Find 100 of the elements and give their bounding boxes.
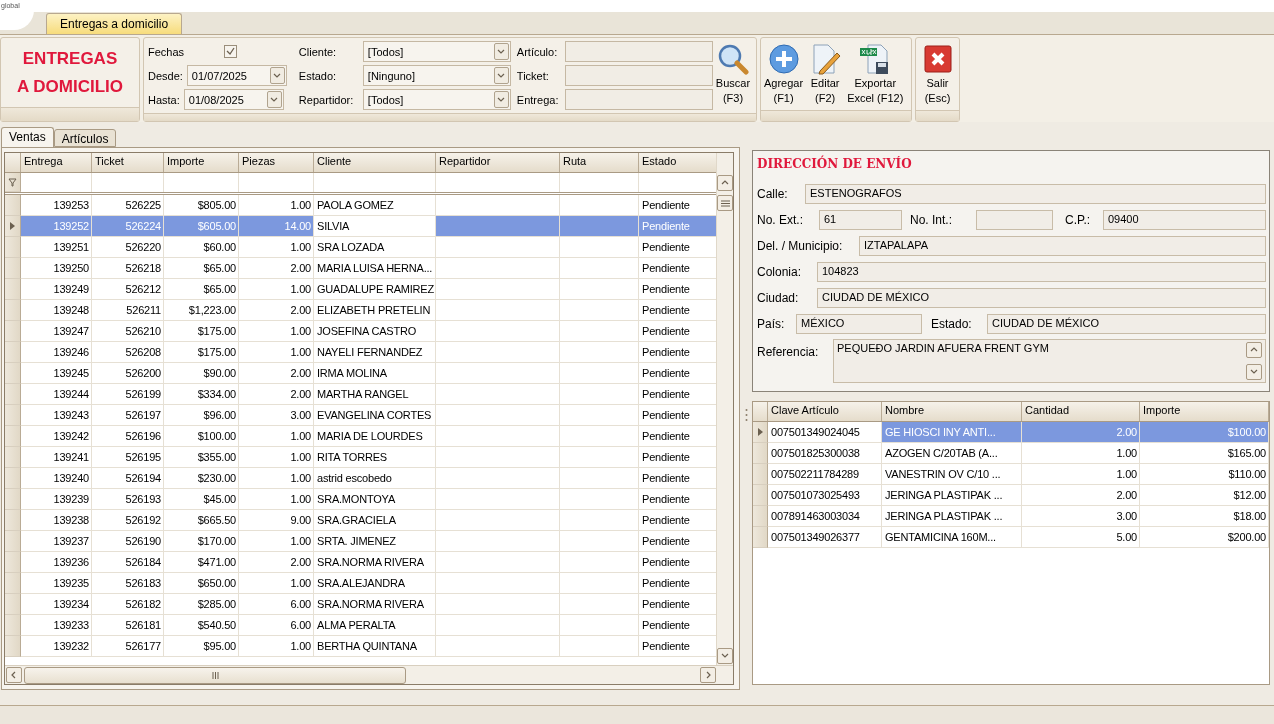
field-label: C.P.: bbox=[1065, 213, 1092, 227]
table-cell: 139241 bbox=[21, 447, 92, 468]
table-cell: 139235 bbox=[21, 573, 92, 594]
column-header[interactable]: Clave Artículo bbox=[768, 402, 882, 421]
check-icon bbox=[226, 47, 236, 56]
column-header[interactable]: Ruta bbox=[560, 153, 639, 172]
table-cell: 139253 bbox=[21, 195, 92, 216]
table-cell: $230.00 bbox=[164, 468, 239, 489]
search-icon bbox=[717, 43, 749, 75]
table-cell: $45.00 bbox=[164, 489, 239, 510]
table-cell: astrid escobedo bbox=[314, 468, 436, 489]
table-cell: $96.00 bbox=[164, 405, 239, 426]
column-header[interactable]: Piezas bbox=[239, 153, 314, 172]
table-cell: 5.00 bbox=[1022, 527, 1140, 548]
table-cell: GUADALUPE RAMIREZ bbox=[314, 279, 436, 300]
table-cell: 526224 bbox=[92, 216, 164, 237]
input-field[interactable]: CIUDAD DE MÉXICO bbox=[987, 314, 1266, 334]
row-header[interactable] bbox=[753, 422, 768, 443]
input-field[interactable] bbox=[564, 41, 713, 62]
date-picker[interactable]: 01/07/2025 bbox=[186, 65, 287, 86]
field-label: Referencia: bbox=[757, 345, 820, 359]
field-label: No. Int.: bbox=[910, 213, 954, 227]
input-field[interactable]: 09400 bbox=[1103, 210, 1266, 230]
search-button[interactable]: Buscar (F3) bbox=[712, 41, 754, 110]
field-label: No. Ext.: bbox=[757, 213, 804, 227]
table-cell: $90.00 bbox=[164, 363, 239, 384]
table-cell: 526208 bbox=[92, 342, 164, 363]
checkbox[interactable] bbox=[224, 45, 238, 58]
table-cell: 139233 bbox=[21, 615, 92, 636]
table-cell: $100.00 bbox=[164, 426, 239, 447]
table-cell: 526192 bbox=[92, 510, 164, 531]
table-cell: 1.00 bbox=[239, 342, 314, 363]
field-label: Fechas bbox=[148, 45, 185, 58]
input-field[interactable]: 61 bbox=[819, 210, 902, 230]
input-field[interactable]: ESTENOGRAFOS bbox=[805, 184, 1266, 204]
table-cell: $65.00 bbox=[164, 279, 239, 300]
add-button[interactable]: Agregar (F1) bbox=[761, 41, 807, 107]
table-cell: 526199 bbox=[92, 384, 164, 405]
table-cell: SRA.NORMA RIVERA bbox=[314, 552, 436, 573]
table-cell: 139251 bbox=[21, 237, 92, 258]
text-area[interactable]: PEQUEĐO JARDIN AFUERA FRENT GYM bbox=[833, 339, 1266, 383]
table-cell: 526195 bbox=[92, 447, 164, 468]
column-header[interactable]: Importe bbox=[164, 153, 239, 172]
table-cell: 139252 bbox=[21, 216, 92, 237]
table-cell: BERTHA QUINTANA bbox=[314, 636, 436, 657]
table-cell: 3.00 bbox=[1022, 506, 1140, 527]
table-cell: 139234 bbox=[21, 594, 92, 615]
table-cell: 1.00 bbox=[239, 447, 314, 468]
table-cell: 1.00 bbox=[239, 237, 314, 258]
table-cell: 139239 bbox=[21, 489, 92, 510]
view-tab[interactable]: Artículos bbox=[53, 129, 117, 147]
input-field[interactable]: CIUDAD DE MÉXICO bbox=[817, 288, 1266, 308]
column-header[interactable]: Nombre bbox=[882, 402, 1022, 421]
grip-icon[interactable] bbox=[211, 671, 219, 679]
edit-button[interactable]: Editar (F2) bbox=[806, 41, 845, 107]
input-field[interactable] bbox=[564, 89, 713, 110]
table-cell: 526220 bbox=[92, 237, 164, 258]
table-cell: 1.00 bbox=[1022, 464, 1140, 485]
table-cell: 1.00 bbox=[239, 489, 314, 510]
close-icon bbox=[921, 43, 954, 75]
table-cell: 526182 bbox=[92, 594, 164, 615]
current-row-icon bbox=[10, 222, 15, 230]
table-cell: 007891463003034 bbox=[768, 506, 882, 527]
table-cell: $650.00 bbox=[164, 573, 239, 594]
plus-icon bbox=[767, 43, 800, 75]
input-field[interactable]: 104823 bbox=[817, 262, 1266, 282]
field-label: Calle: bbox=[757, 187, 789, 201]
dropdown[interactable]: [Todos] bbox=[362, 41, 511, 62]
input-field[interactable]: MÉXICO bbox=[796, 314, 922, 334]
document-tab[interactable]: Entregas a domicilio bbox=[46, 13, 183, 34]
column-header[interactable]: Cliente bbox=[314, 153, 436, 172]
table-cell: 139247 bbox=[21, 321, 92, 342]
table-cell: $540.50 bbox=[164, 615, 239, 636]
column-header[interactable]: Repartidor bbox=[436, 153, 560, 172]
excel-button[interactable]: Exportar Excel (F12) bbox=[844, 41, 907, 107]
table-cell: 1.00 bbox=[239, 573, 314, 594]
vertical-scrollbar[interactable] bbox=[716, 153, 733, 665]
date-picker[interactable]: 01/08/2025 bbox=[183, 89, 284, 110]
table-cell: $175.00 bbox=[164, 342, 239, 363]
column-header[interactable]: Cantidad bbox=[1022, 402, 1140, 421]
table-cell: 1.00 bbox=[239, 279, 314, 300]
column-header[interactable]: Entrega bbox=[21, 153, 92, 172]
splitter-grip-icon[interactable] bbox=[744, 408, 748, 422]
column-header[interactable]: Importe bbox=[1140, 402, 1269, 421]
menu-icon[interactable] bbox=[720, 199, 730, 207]
input-field[interactable] bbox=[564, 65, 713, 86]
input-field[interactable]: IZTAPALAPA bbox=[859, 236, 1266, 256]
filter-icon[interactable] bbox=[8, 177, 17, 187]
input-field[interactable] bbox=[976, 210, 1053, 230]
table-cell: SRA.NORMA RIVERA bbox=[314, 594, 436, 615]
row-header[interactable] bbox=[5, 216, 21, 237]
dropdown[interactable]: [Ninguno] bbox=[362, 65, 511, 86]
column-header[interactable]: Ticket bbox=[92, 153, 164, 172]
table-cell: 1.00 bbox=[239, 426, 314, 447]
table-cell: RITA TORRES bbox=[314, 447, 436, 468]
page-title: ENTREGAS bbox=[22, 48, 118, 69]
table-cell: $100.00 bbox=[1140, 422, 1269, 443]
view-tab[interactable]: Ventas bbox=[1, 127, 54, 147]
dropdown[interactable]: [Todos] bbox=[362, 89, 511, 110]
horizontal-scrollbar[interactable] bbox=[5, 665, 733, 684]
